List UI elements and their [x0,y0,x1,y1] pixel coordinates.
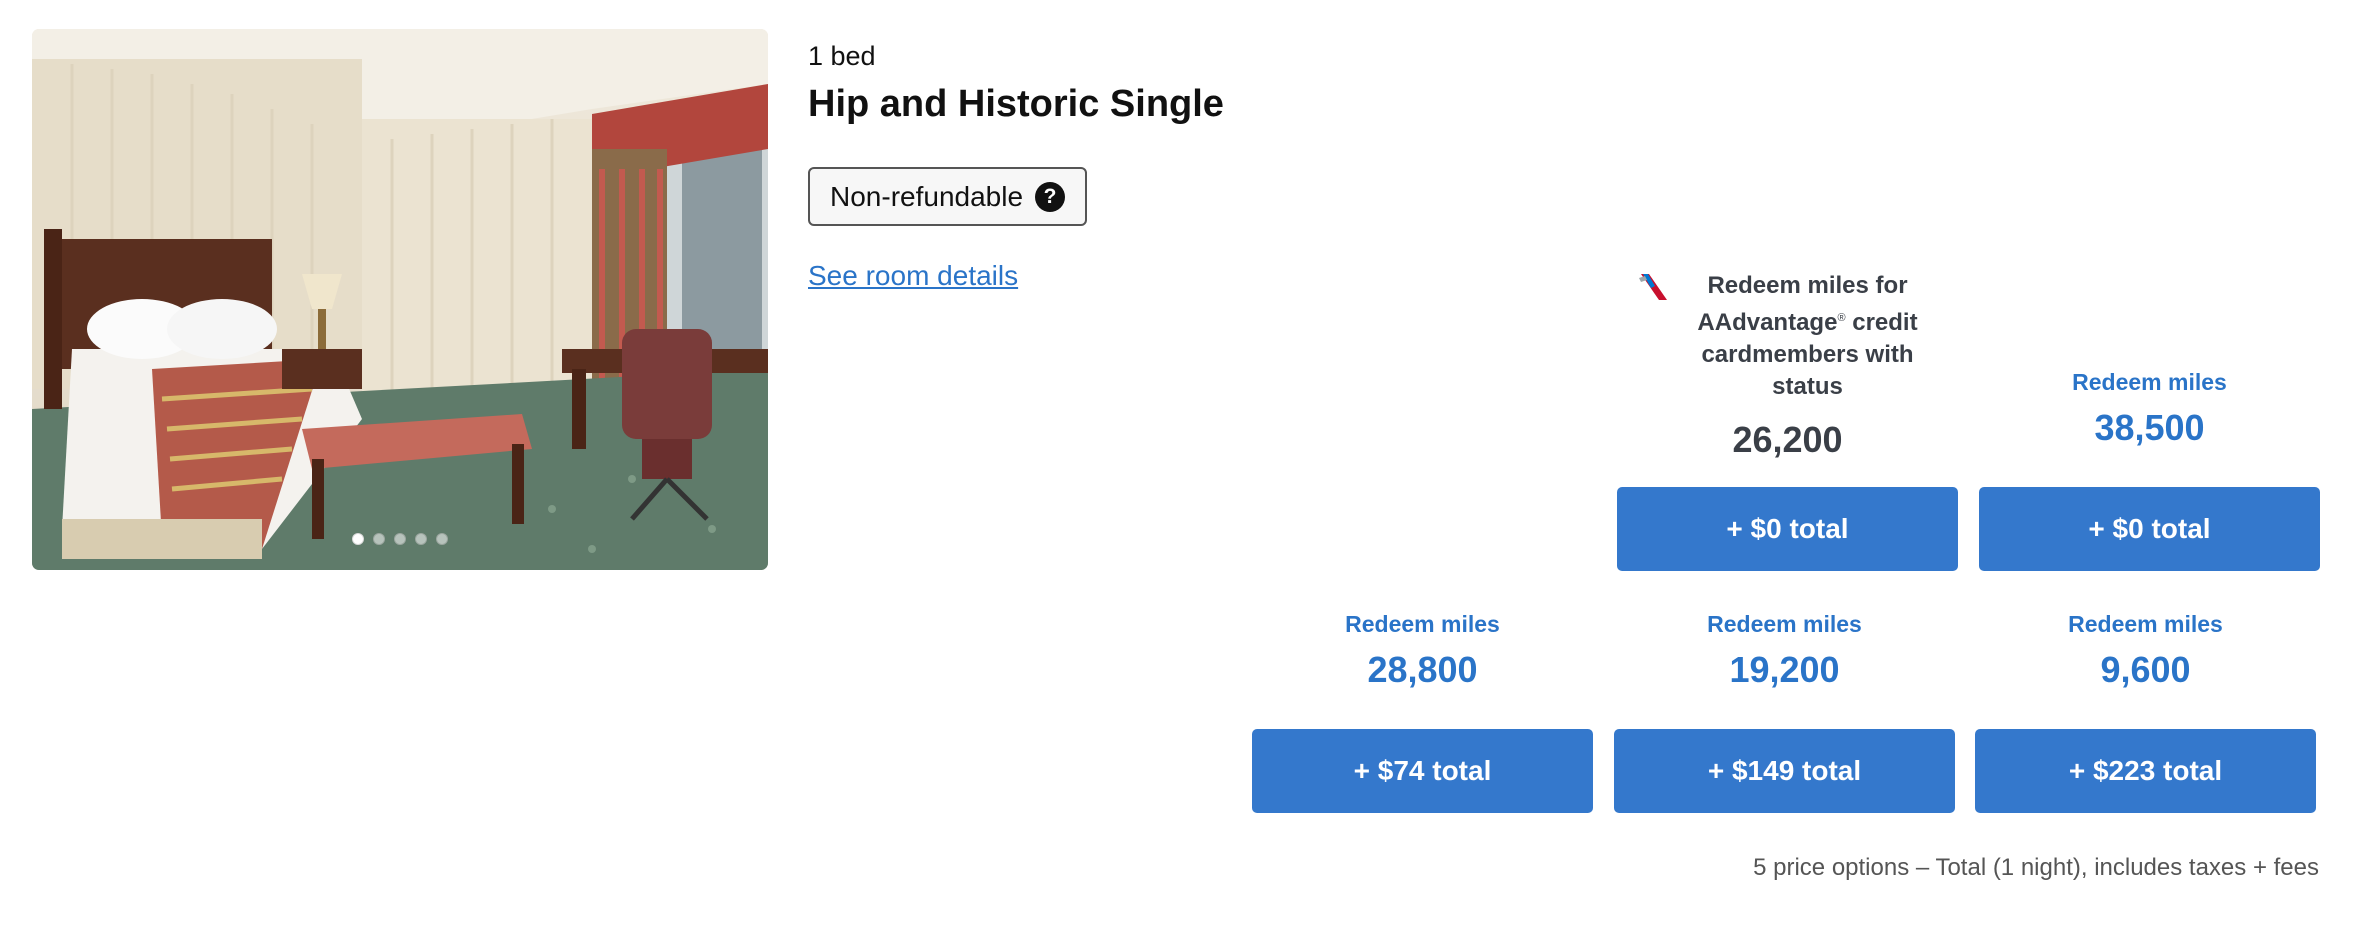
price-option-miles: 26,200 [1732,419,1843,460]
refund-policy-badge[interactable]: Non-refundable ? [808,167,1088,226]
price-option: Redeem miles 28,800 [1252,609,1593,691]
price-option: Redeem miles 38,500 [1979,367,2320,449]
carousel-dot[interactable] [394,533,406,545]
select-price-button[interactable]: + $74 total [1252,729,1593,813]
carousel-dots [32,533,768,545]
room-photo-carousel[interactable] [32,29,768,570]
carousel-dot[interactable] [415,533,427,545]
bed-count: 1 bed [808,41,876,71]
registered-mark: ® [1837,312,1846,324]
question-circle-icon[interactable]: ? [1035,181,1066,212]
room-title: Hip and Historic Single [808,83,1224,125]
refund-policy-label: Non-refundable [830,180,1024,212]
price-option-miles: 19,200 [1729,649,1840,690]
carousel-dot[interactable] [373,533,385,545]
room-price-card: 1 bed Hip and Historic Single Non-refund… [0,0,2362,940]
price-option-label: Redeem miles [1707,611,1862,637]
price-option-label: Redeem miles [2068,611,2223,637]
see-room-details-link[interactable]: See room details [808,260,1018,292]
price-option-miles: 28,800 [1367,649,1478,690]
price-option: Redeem miles 9,600 [1975,609,2316,691]
select-price-button[interactable]: + $223 total [1975,729,2316,813]
price-option-label: Redeem miles [2072,369,2227,395]
american-airlines-logo-icon [1639,274,1667,300]
price-option-miles: 38,500 [2094,407,2205,448]
room-photo [32,29,768,570]
price-option-cardmember-status: Redeem miles for AAdvantage® credit card… [1617,270,1958,461]
status-label-line1: Redeem miles for [1707,272,1908,299]
price-option-miles: 9,600 [2100,649,2191,690]
select-price-button[interactable]: + $0 total [1617,487,1958,571]
price-option: Redeem miles 19,200 [1614,609,1955,691]
carousel-dot[interactable] [436,533,448,545]
select-price-button[interactable]: + $149 total [1614,729,1955,813]
status-label-brand: AAdvantage [1697,309,1838,336]
carousel-dot[interactable] [352,533,364,545]
price-option-label: Redeem miles for AAdvantage® credit card… [1617,270,1958,403]
price-option-label: Redeem miles [1345,611,1500,637]
price-options-footnote: 5 price options – Total (1 night), inclu… [1753,854,2319,881]
select-price-button[interactable]: + $0 total [1979,487,2320,571]
